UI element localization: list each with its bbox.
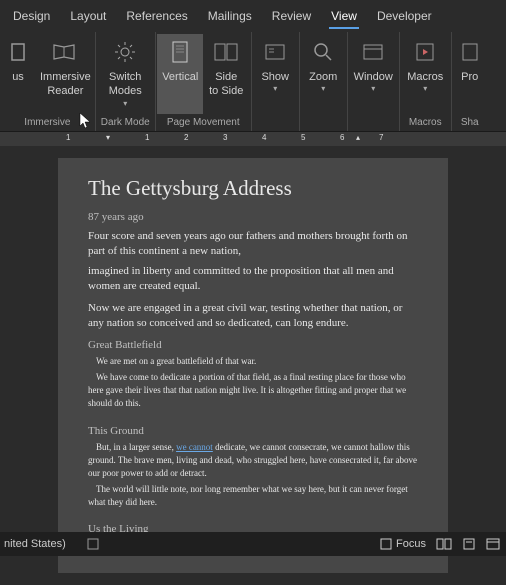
tab-review[interactable]: Review <box>262 3 321 29</box>
hyperlink[interactable]: we cannot <box>176 442 213 452</box>
pro-label: Pro <box>461 70 478 84</box>
chevron-down-icon: ▾ <box>123 99 127 109</box>
ruler-marker-icon[interactable]: ▴ <box>356 133 360 142</box>
section-heading[interactable]: This Ground <box>88 425 418 437</box>
group-darkmode-label: Dark Mode <box>96 115 155 131</box>
tab-design[interactable]: Design <box>3 3 60 29</box>
focus-icon <box>380 538 392 550</box>
focus-label: us <box>12 70 24 84</box>
chevron-down-icon: ▾ <box>423 84 427 94</box>
ruler-tick: 1 <box>66 133 70 142</box>
section-heading[interactable]: Great Battlefield <box>88 339 418 351</box>
switch-modes-button[interactable]: Switch Modes ▾ <box>102 34 148 114</box>
vertical-button[interactable]: Vertical <box>157 34 203 114</box>
ruler-marker-icon[interactable]: ▾ <box>106 133 110 142</box>
zoom-icon <box>309 38 337 66</box>
paragraph[interactable]: The world will little note, nor long rem… <box>88 483 418 509</box>
doc-title[interactable]: The Gettysburg Address <box>88 176 418 201</box>
side-to-side-button[interactable]: Side to Side <box>203 34 249 114</box>
chevron-down-icon: ▾ <box>273 84 277 94</box>
side-pages-icon <box>212 38 240 66</box>
paragraph[interactable]: But, in a larger sense, we cannot dedica… <box>88 441 418 480</box>
group-sha-label: Sha <box>452 115 488 131</box>
paragraph[interactable]: We have come to dedicate a portion of th… <box>88 371 418 410</box>
tab-layout[interactable]: Layout <box>60 3 116 29</box>
paragraph[interactable]: Now we are engaged in a great civil war,… <box>88 301 418 332</box>
tab-developer[interactable]: Developer <box>367 3 442 29</box>
tab-references[interactable]: References <box>116 3 197 29</box>
book-icon <box>51 38 79 66</box>
web-layout-icon[interactable] <box>486 538 500 550</box>
tab-mailings[interactable]: Mailings <box>198 3 262 29</box>
macros-label: Macros <box>407 70 443 84</box>
ruler-tick: 4 <box>262 133 266 142</box>
zoom-button[interactable]: Zoom ▾ <box>300 34 346 114</box>
document-area[interactable]: The Gettysburg Address 87 years ago Four… <box>0 146 506 585</box>
group-empty <box>300 126 347 131</box>
properties-button[interactable]: Pro <box>452 34 488 114</box>
sun-icon <box>111 38 139 66</box>
status-bar: nited States) Focus <box>0 532 506 556</box>
vertical-page-icon <box>166 38 194 66</box>
ruler-tick: 1 <box>145 133 149 142</box>
ruler-tick: 3 <box>223 133 227 142</box>
paragraph[interactable]: Four score and seven years ago our fathe… <box>88 229 418 260</box>
window-icon <box>359 38 387 66</box>
properties-icon <box>456 38 484 66</box>
group-pagemove-label: Page Movement <box>156 115 251 131</box>
show-icon <box>261 38 289 66</box>
window-label: Window <box>354 70 393 84</box>
read-mode-icon[interactable] <box>436 538 452 550</box>
paragraph[interactable]: We are met on a great battlefield of tha… <box>88 355 418 368</box>
paragraph[interactable]: imagined in liberty and committed to the… <box>88 264 418 295</box>
show-label: Show <box>261 70 289 84</box>
window-button[interactable]: Window ▾ <box>350 34 397 114</box>
ribbon: us Immersive Reader Immersive Switch Mod… <box>0 32 506 132</box>
group-macros-label: Macros <box>400 115 451 131</box>
switch-modes-label: Switch Modes <box>109 70 142 99</box>
group-empty <box>348 126 399 131</box>
immersive-reader-button[interactable]: Immersive Reader <box>36 34 95 114</box>
vertical-label: Vertical <box>162 70 198 84</box>
side-to-side-label: Side to Side <box>209 70 243 99</box>
ruler-tick: 2 <box>184 133 188 142</box>
focus-label: Focus <box>396 538 426 550</box>
language-status[interactable]: nited States) <box>0 538 66 550</box>
ruler-tick: 6 <box>340 133 344 142</box>
print-layout-icon[interactable] <box>462 538 476 550</box>
immersive-reader-label: Immersive Reader <box>40 70 91 99</box>
doc-subtitle[interactable]: 87 years ago <box>88 211 418 223</box>
macros-button[interactable]: Macros ▾ <box>402 34 448 114</box>
ribbon-tabs: Design Layout References Mailings Review… <box>0 0 506 32</box>
focus-icon <box>4 38 32 66</box>
chevron-down-icon: ▾ <box>321 84 325 94</box>
ruler[interactable]: 1 ▾ 1 2 3 4 5 6 ▴ 7 <box>0 132 506 146</box>
accessibility-icon[interactable] <box>86 537 100 551</box>
ruler-tick: 7 <box>379 133 383 142</box>
group-empty <box>252 126 299 131</box>
page[interactable]: The Gettysburg Address 87 years ago Four… <box>58 158 448 573</box>
group-immersive-label: Immersive <box>0 115 95 131</box>
chevron-down-icon: ▾ <box>371 84 375 94</box>
focus-mode-button[interactable]: Focus <box>380 538 426 550</box>
show-button[interactable]: Show ▾ <box>252 34 298 114</box>
focus-button[interactable]: us <box>0 34 36 114</box>
zoom-label: Zoom <box>309 70 337 84</box>
tab-view[interactable]: View <box>321 3 367 29</box>
ruler-tick: 5 <box>301 133 305 142</box>
macros-icon <box>411 38 439 66</box>
